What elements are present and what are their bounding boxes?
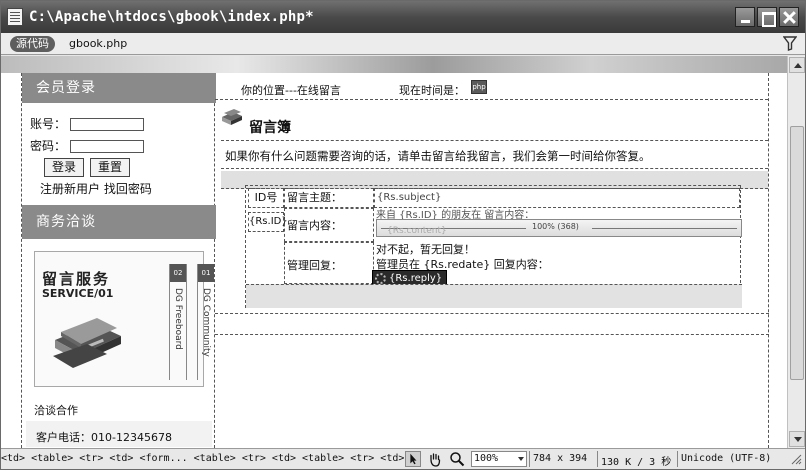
vertical-scrollbar[interactable] bbox=[787, 56, 805, 448]
account-label: 账号： bbox=[30, 117, 67, 131]
divider bbox=[529, 451, 530, 467]
zoom-value: 100% bbox=[474, 453, 499, 464]
scroll-up-button[interactable] bbox=[789, 57, 805, 73]
related-file-tab[interactable]: gbook.php bbox=[69, 37, 127, 50]
footer-spacer-row bbox=[215, 313, 769, 335]
login-button[interactable]: 登录 bbox=[44, 158, 84, 177]
zoom-select[interactable]: 100% bbox=[471, 451, 527, 467]
content-value: {Rs.content} bbox=[387, 226, 447, 236]
php-code-icon[interactable]: php bbox=[471, 80, 487, 94]
subject-label: 留言主题： bbox=[284, 188, 374, 208]
placeholder-label: 100% (368) bbox=[532, 222, 579, 231]
guestbook-title-row: 留言簿 bbox=[221, 107, 768, 141]
books-icon bbox=[222, 109, 242, 125]
intro-text: 如果你有什么问题需要咨询的话，请单击留言给我留言，我们会第一时间给你答复。 bbox=[221, 143, 768, 169]
strip-number: 02 bbox=[170, 264, 186, 282]
title-bar: C:\Apache\htdocs\gbook\index.php* bbox=[1, 1, 805, 33]
minimize-button[interactable] bbox=[735, 7, 755, 27]
main-content: 你的位置---在线留言 现在时间是： php 留言簿 如果你有什么问题需要咨询的… bbox=[215, 73, 769, 448]
arrow-up-icon bbox=[794, 63, 802, 68]
promo-title: 留言服务 bbox=[42, 270, 111, 288]
maximize-button[interactable] bbox=[757, 7, 777, 27]
hand-tool-icon[interactable] bbox=[427, 451, 443, 467]
editor-window: C:\Apache\htdocs\gbook\index.php* 源代码 gb… bbox=[0, 0, 806, 470]
account-input[interactable] bbox=[70, 118, 144, 131]
server-behavior-icon bbox=[375, 273, 386, 284]
strip-text: DG Community bbox=[201, 288, 211, 357]
zoom-tool-icon[interactable] bbox=[449, 451, 465, 467]
chevron-down-icon bbox=[518, 457, 524, 461]
guestbook-title: 留言簿 bbox=[249, 120, 291, 136]
window-title: C:\Apache\htdocs\gbook\index.php* bbox=[29, 9, 314, 25]
table-footer-row bbox=[246, 284, 742, 308]
phone-box: 客户电话：010-12345678 bbox=[26, 421, 212, 447]
design-view[interactable]: 会员登录 账号： 密码： 登录 重置 注册新用户 找回密码 商务洽谈 留言服务 … bbox=[1, 56, 787, 448]
strip-number: 01 bbox=[198, 264, 214, 282]
status-bar: <td> <table> <tr> <td> <form... <table> … bbox=[1, 448, 805, 469]
cooperation-text: 洽谈合作 bbox=[34, 404, 78, 417]
id-value: {Rs.ID} bbox=[248, 212, 288, 232]
reset-button[interactable]: 重置 bbox=[90, 158, 130, 177]
password-label: 密码： bbox=[30, 139, 67, 153]
arrow-down-icon bbox=[794, 437, 802, 442]
message-table: ID号 留言主题： {Rs.subject} {Rs.ID} 留言内容： 来自 … bbox=[245, 185, 742, 308]
login-section-header: 会员登录 bbox=[22, 73, 216, 103]
subject-value: {Rs.subject} bbox=[377, 192, 442, 203]
promo-subtitle: SERVICE/01 bbox=[42, 287, 114, 300]
location-bar: 你的位置---在线留言 现在时间是： php bbox=[215, 73, 768, 100]
strip-text: DG Freeboard bbox=[173, 288, 183, 350]
close-button[interactable] bbox=[779, 7, 799, 27]
resize-grip-icon[interactable] bbox=[791, 454, 802, 465]
location-text: 你的位置---在线留言 bbox=[241, 84, 341, 97]
filter-icon[interactable] bbox=[783, 36, 797, 51]
header-banner-image bbox=[1, 56, 787, 73]
source-code-button[interactable]: 源代码 bbox=[10, 36, 55, 52]
reply-label: 管理回复： bbox=[284, 242, 374, 284]
reply-line-1: 对不起，暂无回复！ bbox=[376, 243, 475, 256]
promo-banner: 留言服务 SERVICE/01 02 DG Freeboard 01 DG Co… bbox=[34, 251, 214, 387]
freeboard-strip: 02 DG Freeboard bbox=[169, 264, 187, 380]
password-input[interactable] bbox=[70, 140, 144, 153]
time-label: 现在时间是： bbox=[399, 84, 465, 97]
select-pointer-icon[interactable] bbox=[405, 451, 421, 467]
document-icon bbox=[7, 8, 23, 26]
phone-text: 客户电话：010-12345678 bbox=[36, 431, 172, 444]
divider bbox=[677, 451, 678, 467]
tag-selector[interactable]: <td> <table> <tr> <td> <form... <table> … bbox=[1, 453, 404, 464]
divider bbox=[597, 451, 598, 467]
related-files-bar: 源代码 gbook.php bbox=[1, 33, 805, 55]
window-size[interactable]: 784 x 394 bbox=[533, 453, 587, 464]
left-sidebar: 会员登录 账号： 密码： 登录 重置 注册新用户 找回密码 商务洽谈 留言服务 … bbox=[21, 73, 216, 448]
books-illustration bbox=[53, 318, 121, 368]
business-section-header: 商务洽谈 bbox=[22, 205, 216, 239]
file-size-download-time: 130 K / 3 秒 bbox=[601, 457, 672, 468]
subject-value-cell: {Rs.subject} bbox=[374, 188, 740, 208]
id-header-cell: ID号 bbox=[248, 188, 284, 208]
community-strip: 01 DG Community bbox=[197, 264, 215, 380]
scroll-down-button[interactable] bbox=[789, 431, 805, 447]
content-label: 留言内容： bbox=[284, 208, 374, 242]
placeholder-line-right bbox=[592, 228, 737, 229]
register-links[interactable]: 注册新用户 找回密码 bbox=[40, 180, 152, 197]
content-placeholder[interactable]: 100% (368) {Rs.content} bbox=[376, 219, 742, 237]
scroll-thumb[interactable] bbox=[790, 126, 804, 380]
encoding-label: Unicode (UTF-8) bbox=[681, 453, 772, 464]
reply-value: {Rs.reply} bbox=[389, 273, 443, 284]
